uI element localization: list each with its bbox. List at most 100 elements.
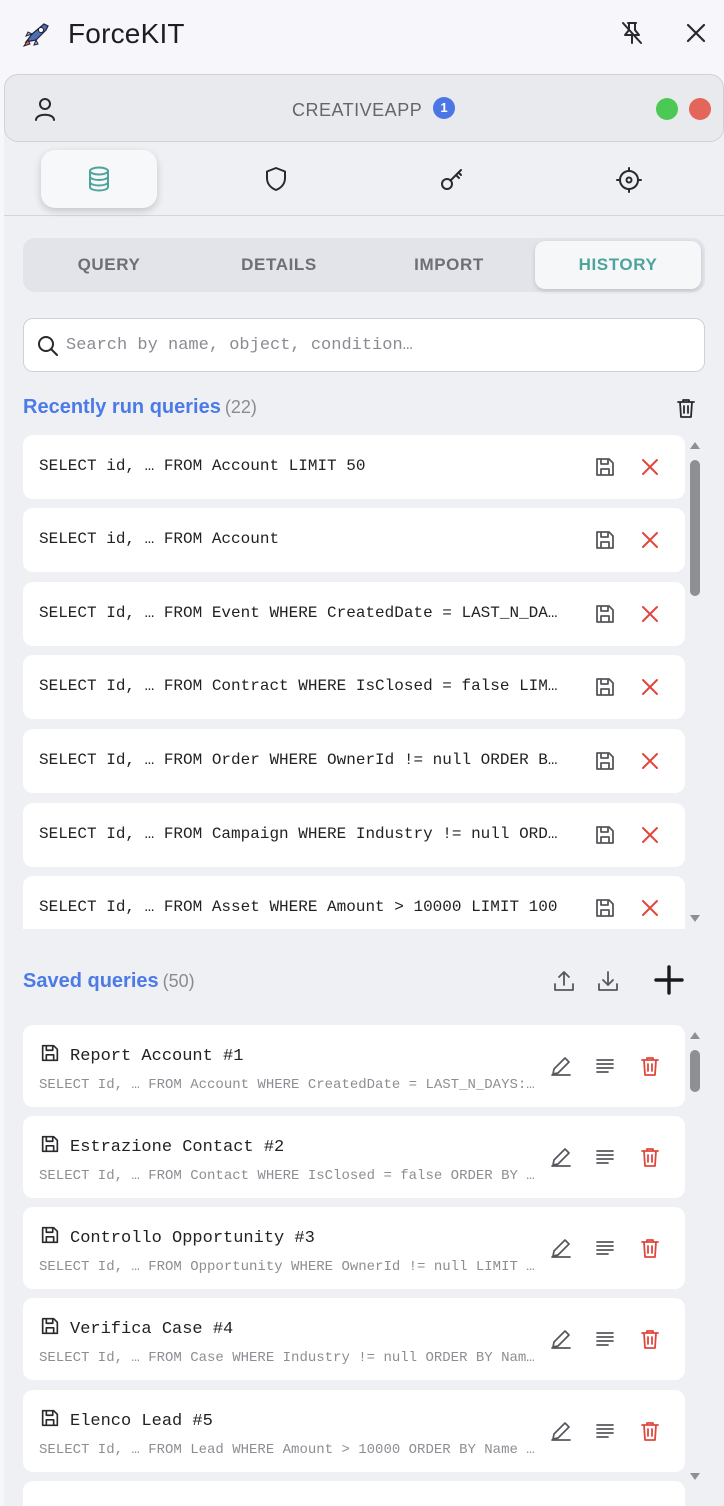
recent-query-item[interactable]: SELECT Id, … FROM Campaign WHERE Industr… <box>23 803 685 867</box>
trash-icon <box>641 1057 659 1076</box>
view-query-button[interactable] <box>593 1145 617 1169</box>
edit-query-button[interactable] <box>549 1145 573 1169</box>
unpin-button[interactable] <box>617 18 647 48</box>
user-icon[interactable] <box>31 95 59 123</box>
trash-icon <box>677 399 695 418</box>
nav-security[interactable] <box>218 150 334 208</box>
saved-query-item[interactable]: Report Account #1 SELECT Id, … FROM Acco… <box>23 1025 685 1107</box>
remove-query-button[interactable] <box>638 823 662 847</box>
recent-queries-count: (22) <box>224 397 257 417</box>
saved-query-text: SELECT Id, … FROM Case WHERE Industry !=… <box>39 1350 535 1366</box>
nav-keys[interactable] <box>394 150 510 208</box>
recent-scroll-thumb[interactable] <box>690 460 700 596</box>
recent-query-text: SELECT id, … FROM Account LIMIT 50 <box>39 457 366 475</box>
remove-query-button[interactable] <box>638 675 662 699</box>
saved-query-item[interactable]: Estrazione Contact #2 SELECT Id, … FROM … <box>23 1116 685 1198</box>
tab-query[interactable]: QUERY <box>26 241 192 289</box>
delete-query-button[interactable] <box>638 1145 662 1169</box>
recent-query-item[interactable]: SELECT Id, … FROM Contract WHERE IsClose… <box>23 655 685 719</box>
recent-query-item[interactable]: SELECT Id, … FROM Order WHERE OwnerId !=… <box>23 729 685 793</box>
recent-query-item[interactable]: SELECT id, … FROM Account LIMIT 50 <box>23 435 685 499</box>
save-query-button[interactable] <box>593 602 617 626</box>
edit-query-button[interactable] <box>549 1054 573 1078</box>
saved-query-item[interactable]: Elenco Lead #5 SELECT Id, … FROM Lead WH… <box>23 1390 685 1472</box>
scroll-down-icon[interactable] <box>688 1472 702 1482</box>
recent-query-item[interactable]: SELECT Id, … FROM Event WHERE CreatedDat… <box>23 582 685 646</box>
view-query-button[interactable] <box>593 1419 617 1443</box>
trash-icon <box>641 1239 659 1258</box>
nav-database[interactable] <box>41 150 157 208</box>
text-lines-icon <box>596 1059 614 1073</box>
saved-queries-header: Saved queries (50) <box>23 970 195 1002</box>
remove-query-button[interactable] <box>638 896 662 920</box>
tab-history[interactable]: HISTORY <box>535 241 701 289</box>
save-query-button[interactable] <box>593 455 617 479</box>
saved-query-item[interactable]: Controllo Opportunity #3 SELECT Id, … FR… <box>23 1207 685 1289</box>
recent-query-item[interactable]: SELECT Id, … FROM Asset WHERE Amount > 1… <box>23 876 685 929</box>
save-icon <box>41 1135 59 1153</box>
saved-scrollbar[interactable] <box>688 1030 702 1484</box>
close-icon <box>642 606 658 622</box>
edit-query-button[interactable] <box>549 1419 573 1443</box>
remove-query-button[interactable] <box>638 455 662 479</box>
settings-icon <box>616 167 642 193</box>
add-query-button[interactable] <box>653 964 685 996</box>
save-icon <box>596 531 614 549</box>
saved-query-text: SELECT Id, … FROM Contact WHERE IsClosed… <box>39 1168 535 1184</box>
saved-scroll-thumb[interactable] <box>690 1050 700 1092</box>
delete-query-button[interactable] <box>638 1327 662 1351</box>
view-query-button[interactable] <box>593 1054 617 1078</box>
edit-query-button[interactable] <box>549 1236 573 1260</box>
tab-details[interactable]: DETAILS <box>196 241 362 289</box>
tab-import[interactable]: IMPORT <box>366 241 532 289</box>
status-disconnect-indicator[interactable] <box>689 98 711 120</box>
view-query-button[interactable] <box>593 1327 617 1351</box>
search-input[interactable] <box>66 319 696 371</box>
save-icon <box>41 1226 59 1244</box>
nav-settings[interactable] <box>571 150 687 208</box>
scroll-up-icon[interactable] <box>688 440 702 450</box>
close-icon <box>642 900 658 916</box>
text-lines-icon <box>596 1332 614 1346</box>
scroll-up-icon[interactable] <box>688 1030 702 1040</box>
view-query-button[interactable] <box>593 1236 617 1260</box>
pencil-icon <box>551 1239 571 1258</box>
delete-query-button[interactable] <box>638 1236 662 1260</box>
save-query-button[interactable] <box>593 675 617 699</box>
recent-query-text: SELECT Id, … FROM Event WHERE CreatedDat… <box>39 604 559 622</box>
recent-query-text: SELECT id, … FROM Account <box>39 530 280 548</box>
saved-query-name: Report Account #1 <box>70 1047 244 1066</box>
delete-query-button[interactable] <box>638 1419 662 1443</box>
edit-query-button[interactable] <box>549 1327 573 1351</box>
plus-icon <box>654 965 684 995</box>
clear-history-button[interactable] <box>674 396 698 420</box>
tool-nav <box>4 150 724 216</box>
save-query-button[interactable] <box>593 749 617 773</box>
status-connected-indicator[interactable] <box>656 98 678 120</box>
download-icon <box>598 971 618 991</box>
pin-off-icon <box>622 22 642 44</box>
save-query-button[interactable] <box>593 896 617 920</box>
save-icon <box>596 605 614 623</box>
import-button[interactable] <box>595 968 621 994</box>
remove-query-button[interactable] <box>638 602 662 626</box>
search-icon <box>38 336 58 356</box>
delete-query-button[interactable] <box>638 1054 662 1078</box>
recent-scrollbar[interactable] <box>688 440 702 926</box>
shield-icon <box>266 167 286 191</box>
saved-query-item[interactable]: Verifica Case #4 SELECT Id, … FROM Case … <box>23 1298 685 1380</box>
close-button[interactable] <box>681 18 711 48</box>
scroll-down-icon[interactable] <box>688 914 702 924</box>
recent-queries-header: Recently run queries (22) <box>23 396 257 428</box>
remove-query-button[interactable] <box>638 528 662 552</box>
app-title: ForceKIT <box>68 18 185 49</box>
saved-query-item[interactable] <box>23 1481 685 1506</box>
trash-icon <box>641 1330 659 1349</box>
close-icon <box>642 532 658 548</box>
save-query-button[interactable] <box>593 823 617 847</box>
close-icon <box>686 23 706 43</box>
recent-query-item[interactable]: SELECT id, … FROM Account <box>23 508 685 572</box>
remove-query-button[interactable] <box>638 749 662 773</box>
export-button[interactable] <box>551 968 577 994</box>
save-query-button[interactable] <box>593 528 617 552</box>
